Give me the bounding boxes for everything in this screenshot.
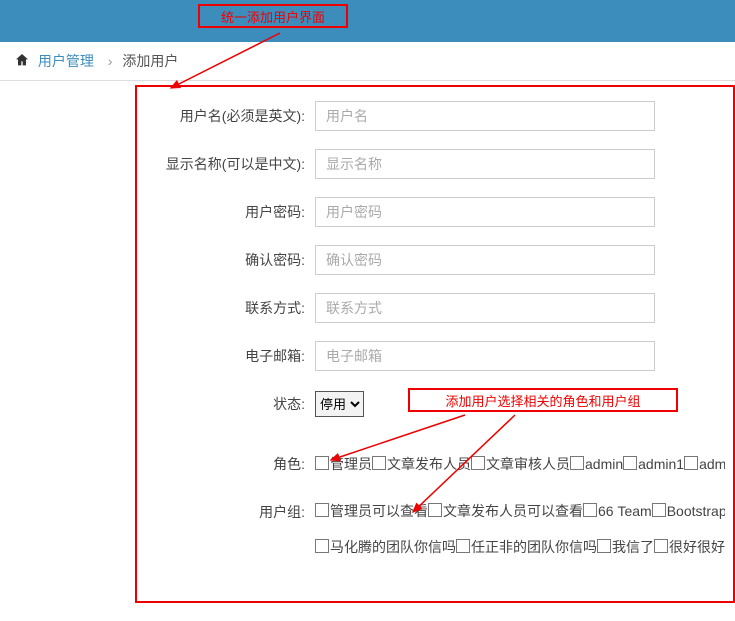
role-label: 文章发布人员 xyxy=(387,456,471,472)
role-checkbox[interactable] xyxy=(471,456,485,470)
group-checkbox[interactable] xyxy=(315,539,329,553)
label-groups: 用户组: xyxy=(145,497,315,527)
group-label: 66 Team xyxy=(598,503,652,519)
status-select[interactable]: 停用 xyxy=(315,391,364,417)
display-name-input[interactable] xyxy=(315,149,655,179)
breadcrumb: 用户管理 › 添加用户 xyxy=(0,42,735,81)
role-checkbox[interactable] xyxy=(315,456,329,470)
roles-checkbox-row: 管理员文章发布人员文章审核人员 admin admin1 admin2 xyxy=(315,450,725,478)
group-checkbox[interactable] xyxy=(315,503,329,517)
chevron-right-icon: › xyxy=(108,53,113,69)
group-label: 我信了 xyxy=(612,539,654,555)
role-label: admin xyxy=(585,456,623,472)
group-checkbox[interactable] xyxy=(652,503,666,517)
group-label: 管理员可以查看 xyxy=(330,503,428,519)
role-checkbox[interactable] xyxy=(684,456,698,470)
group-label: 马化腾的团队你信吗 xyxy=(330,539,456,555)
group-label: 任正非的团队你信吗 xyxy=(471,539,597,555)
label-status: 状态: xyxy=(145,389,315,419)
group-label: 很好很好 xyxy=(669,539,725,555)
role-checkbox[interactable] xyxy=(372,456,386,470)
role-label: 文章审核人员 xyxy=(486,456,570,472)
role-label: 管理员 xyxy=(330,456,372,472)
label-password: 用户密码: xyxy=(145,197,315,227)
label-roles: 角色: xyxy=(145,449,315,479)
annotation-title-box: 统一添加用户界面 xyxy=(198,4,348,28)
group-checkbox[interactable] xyxy=(428,503,442,517)
home-icon xyxy=(14,53,34,69)
groups-checkbox-row-2: 马化腾的团队你信吗任正非的团队你信吗我信了很好很好好框 xyxy=(315,533,725,561)
group-checkbox[interactable] xyxy=(597,539,611,553)
label-display-name: 显示名称(可以是中文): xyxy=(145,149,315,179)
group-checkbox[interactable] xyxy=(583,503,597,517)
contact-input[interactable] xyxy=(315,293,655,323)
username-input[interactable] xyxy=(315,101,655,131)
role-checkbox[interactable] xyxy=(623,456,637,470)
annotation-roles-box: 添加用户选择相关的角色和用户组 xyxy=(408,388,678,412)
label-email: 电子邮箱: xyxy=(145,341,315,371)
group-label: 文章发布人员可以查看 xyxy=(443,503,583,519)
label-contact: 联系方式: xyxy=(145,293,315,323)
breadcrumb-parent-link[interactable]: 用户管理 xyxy=(38,53,94,69)
password-input[interactable] xyxy=(315,197,655,227)
group-label: Bootstrap tea xyxy=(667,503,725,519)
email-input[interactable] xyxy=(315,341,655,371)
add-user-form: 用户名(必须是英文): 显示名称(可以是中文): 用户密码: 确认密码: 联系方… xyxy=(135,85,735,603)
role-label: admin2 xyxy=(699,456,725,472)
confirm-password-input[interactable] xyxy=(315,245,655,275)
label-confirm: 确认密码: xyxy=(145,245,315,275)
label-username: 用户名(必须是英文): xyxy=(145,101,315,131)
breadcrumb-current: 添加用户 xyxy=(122,53,178,69)
top-bar: 统一添加用户界面 xyxy=(0,0,735,42)
group-checkbox[interactable] xyxy=(456,539,470,553)
group-checkbox[interactable] xyxy=(654,539,668,553)
groups-checkbox-row-1: 管理员可以查看文章发布人员可以查看 66 Team Bootstrap tea xyxy=(315,497,725,525)
role-label: admin1 xyxy=(638,456,684,472)
role-checkbox[interactable] xyxy=(570,456,584,470)
